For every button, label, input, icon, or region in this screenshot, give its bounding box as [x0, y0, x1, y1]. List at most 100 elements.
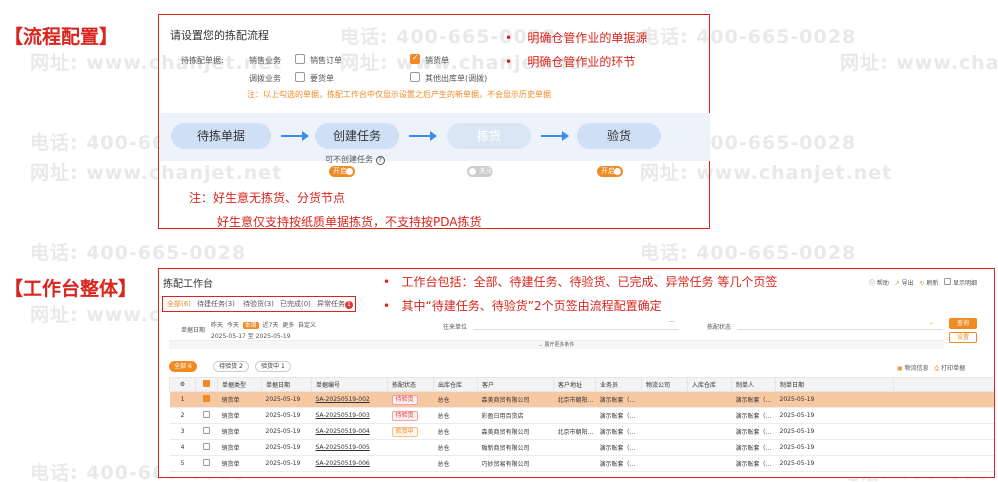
table-cell: SA-20250519-003 [311, 407, 388, 424]
checkbox-request-order[interactable] [295, 72, 305, 82]
row-checkbox[interactable] [203, 411, 210, 418]
row-checkbox[interactable] [203, 395, 210, 402]
col-header[interactable]: 制单人 [731, 377, 776, 392]
source-note: 注：以上勾选的单据，拣配工作台中仅显示设置之后产生的新单据，不会显示历史单据 [247, 90, 551, 99]
flow-step-pending[interactable]: 待拣单据 [171, 123, 271, 149]
select-all-checkbox[interactable] [195, 377, 218, 392]
table-cell: 物流 | 更多 [893, 455, 994, 472]
col-header[interactable]: 业务员 [595, 377, 642, 392]
setting-button[interactable]: 设置 [949, 332, 977, 343]
chevron-down-icon[interactable]: ⌄ [929, 319, 934, 326]
col-header[interactable]: 客户地址 [553, 377, 596, 392]
help-action[interactable]: ⓘ 帮助 [869, 280, 889, 287]
cell-maker: 演示账套（... [735, 397, 772, 404]
col-header[interactable]: 制单日期 [775, 377, 894, 392]
col-header[interactable]: 客户 [477, 377, 554, 392]
quick-7days[interactable]: 近7天 [263, 322, 279, 329]
table-cell [553, 455, 596, 472]
cell-code-link[interactable]: SA-20250519-006 [316, 460, 370, 467]
col-header[interactable]: 拣配状态 [387, 377, 434, 392]
checkbox-other-outbound[interactable] [410, 72, 420, 82]
row-checkbox[interactable] [203, 427, 210, 434]
date-range[interactable]: 2025-05-17 至 2025-05-19 [211, 331, 291, 340]
toggle-create-task[interactable]: 开启 [329, 166, 355, 177]
table-cell: 总仓 [433, 423, 478, 440]
cell-date: 2025-05-19 [265, 460, 301, 467]
tab-completed[interactable]: 已完成(0) [280, 299, 311, 309]
chip-inspecting[interactable]: 验货中 1 [255, 361, 291, 372]
workbench-panel: 拣配工作台 ⓘ 帮助 ↗ 导出 ↻ 刷新 显示明细 全部(6) 待建任务(3) … [158, 268, 995, 478]
ellipsis-icon[interactable]: ··· [669, 319, 675, 326]
unit-label: 往来单位 [443, 324, 468, 331]
row-checkbox[interactable] [203, 443, 210, 450]
exception-badge: 1 [345, 301, 353, 309]
checkbox-sales-order[interactable] [295, 54, 305, 64]
status-badge: 验货中 [391, 426, 418, 437]
col-header[interactable]: 单据类型 [217, 377, 262, 392]
chip-all[interactable]: 全部 6 [169, 361, 197, 372]
refresh-action[interactable]: ↻ [919, 280, 924, 287]
cell-date: 2025-05-19 [265, 428, 301, 435]
col-header[interactable]: 操作 [893, 377, 994, 392]
row-checkbox[interactable] [203, 459, 210, 466]
chip-pending-inspect[interactable]: 待验货 2 [213, 361, 249, 372]
tab-pending-inspect[interactable]: 待验货(3) [243, 299, 274, 309]
table-row[interactable]: 3 销货单 2025-05-19 SA-20250519-004 验货中 总仓 森美商贸有限… [169, 423, 994, 440]
col-header[interactable]: 入库仓库 [687, 377, 732, 392]
table-cell: 演示账套（... [731, 439, 776, 456]
cell-code-link[interactable]: SA-20250519-005 [316, 444, 370, 451]
status-badge: 待验货 [391, 410, 418, 421]
table-cell: 总仓 [433, 439, 478, 456]
toggle-picking[interactable]: 关闭 [467, 166, 493, 177]
table-cell: 2025-05-19 [261, 439, 312, 456]
quick-yesterday[interactable]: 昨天 [211, 322, 223, 329]
expand-bar[interactable]: ⌄ 展开更多条件 [169, 340, 944, 349]
quick-more[interactable]: 更多 [282, 322, 294, 329]
chevron-double-down-icon: ⌄ [538, 342, 543, 348]
checkbox-delivery-note[interactable] [410, 53, 420, 64]
toggle-inspect[interactable]: 开启 [597, 166, 623, 177]
search-button[interactable]: 查询 [949, 318, 977, 329]
cell-make-date: 2025-05-19 [779, 396, 815, 403]
flow-step-picking[interactable]: 拣货 [447, 123, 531, 149]
flow-step-create-task[interactable]: 创建任务 [315, 123, 399, 149]
table-row[interactable]: 2 销货单 2025-05-19 SA-20250519-003 待验货 总仓 彩盈日用百货… [169, 407, 994, 424]
logistics-info-label: 物流信息 [904, 365, 929, 372]
table-row[interactable]: 1 销货单 2025-05-19 SA-20250519-002 待验货 总仓 森美商贸有限… [169, 391, 994, 408]
cell-code-link[interactable]: SA-20250519-002 [316, 396, 370, 403]
tab-exception[interactable]: 异常任务 1 [317, 299, 353, 309]
logistics-info-action[interactable]: ▣ 物流信息 [897, 365, 929, 372]
table-cell [553, 439, 596, 456]
table-cell: 1 [169, 391, 196, 408]
quick-custom[interactable]: 自定义 [298, 322, 316, 329]
table-cell: 2025-05-19 [775, 407, 894, 424]
cell-make-date: 2025-05-19 [779, 460, 815, 467]
row-number: 4 [180, 444, 185, 451]
truck-icon: ▣ [897, 365, 903, 372]
status-select[interactable] [737, 319, 943, 330]
column-settings-icon[interactable]: ⚙ [169, 377, 196, 392]
table-cell: 物流 | 更多 [893, 423, 994, 440]
tab-all[interactable]: 全部(6) [167, 299, 191, 309]
flow-step-inspect[interactable]: 验货 [577, 123, 661, 149]
export-action[interactable]: ↗ [895, 280, 900, 287]
col-header[interactable]: 单据编号 [311, 377, 388, 392]
print-action[interactable]: ⎙ 打印单据 [934, 365, 965, 372]
col-header[interactable]: 出库仓库 [433, 377, 478, 392]
source-label: 待拣配单据: [181, 56, 224, 65]
quick-today[interactable]: 今天 [227, 322, 239, 329]
tab-pending-task[interactable]: 待建任务(3) [197, 299, 235, 309]
help-icon[interactable]: ? [375, 156, 385, 165]
cell-customer: 巧妙贸易有限公司 [481, 461, 530, 468]
table-row[interactable]: 4 销货单 2025-05-19 SA-20250519-005 总仓 融新商贸有限公司 演… [169, 439, 994, 456]
table-row[interactable]: 5 销货单 2025-05-19 SA-20250519-006 总仓 巧妙贸易有限公司 演… [169, 455, 994, 472]
cell-code-link[interactable]: SA-20250519-003 [316, 412, 370, 419]
quick-this-week[interactable]: 本周 [242, 322, 259, 329]
row-number: 3 [180, 428, 185, 435]
cell-salesman: 演示账套（... [599, 413, 636, 420]
col-header[interactable]: 单据日期 [261, 377, 312, 392]
show-detail-checkbox[interactable] [944, 278, 952, 285]
cell-code-link[interactable]: SA-20250519-004 [316, 428, 370, 435]
unit-input[interactable] [473, 319, 679, 330]
col-header[interactable]: 物流公司 [641, 377, 688, 392]
